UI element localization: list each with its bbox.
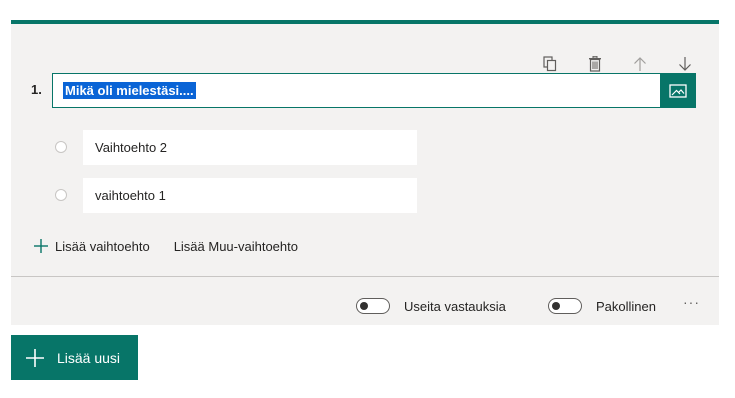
delete-icon bbox=[589, 56, 601, 72]
more-options-button[interactable]: ··· bbox=[683, 294, 700, 318]
required-label: Pakollinen bbox=[596, 298, 656, 314]
option-input[interactable]: vaihtoehto 1 bbox=[83, 178, 417, 213]
add-option-button[interactable]: Lisää vaihtoehto bbox=[33, 238, 150, 254]
card-accent-bar bbox=[11, 20, 719, 24]
question-settings-row: Useita vastauksia Pakollinen ··· bbox=[11, 294, 719, 318]
add-options-row: Lisää vaihtoehto Lisää Muu-vaihtoehto bbox=[33, 236, 298, 256]
plus-icon bbox=[34, 239, 48, 253]
option-input[interactable]: Vaihtoehto 2 bbox=[83, 130, 417, 165]
list-item-option: Vaihtoehto 2 bbox=[55, 130, 417, 165]
add-new-label: Lisää uusi bbox=[57, 349, 121, 366]
toggle-switch[interactable] bbox=[548, 298, 582, 314]
copy-icon bbox=[543, 56, 557, 72]
insert-image-button[interactable] bbox=[660, 73, 696, 108]
question-title-field: Mikä oli mielestäsi.... bbox=[52, 73, 696, 108]
option-radio[interactable] bbox=[55, 141, 67, 153]
option-radio[interactable] bbox=[55, 189, 67, 201]
move-up-icon bbox=[634, 57, 646, 71]
question-title-input[interactable]: Mikä oli mielestäsi.... bbox=[52, 73, 661, 108]
required-toggle[interactable]: Pakollinen bbox=[548, 294, 656, 318]
image-icon bbox=[669, 83, 687, 98]
question-title-text: Mikä oli mielestäsi.... bbox=[63, 82, 196, 99]
question-card: 1. Mikä oli mielestäsi.... Vaihtoehto 2 … bbox=[11, 20, 719, 325]
multiple-answers-label: Useita vastauksia bbox=[404, 298, 506, 314]
add-new-button[interactable]: Lisää uusi bbox=[11, 335, 138, 380]
question-number: 1. bbox=[31, 82, 42, 97]
toggle-switch[interactable] bbox=[356, 298, 390, 314]
add-option-label: Lisää vaihtoehto bbox=[55, 238, 150, 254]
multiple-answers-toggle[interactable]: Useita vastauksia bbox=[356, 294, 506, 318]
plus-icon bbox=[26, 348, 44, 367]
add-other-option-button[interactable]: Lisää Muu-vaihtoehto bbox=[174, 239, 298, 254]
list-item-option: vaihtoehto 1 bbox=[55, 178, 417, 213]
move-down-icon bbox=[679, 57, 691, 71]
divider bbox=[11, 276, 719, 277]
